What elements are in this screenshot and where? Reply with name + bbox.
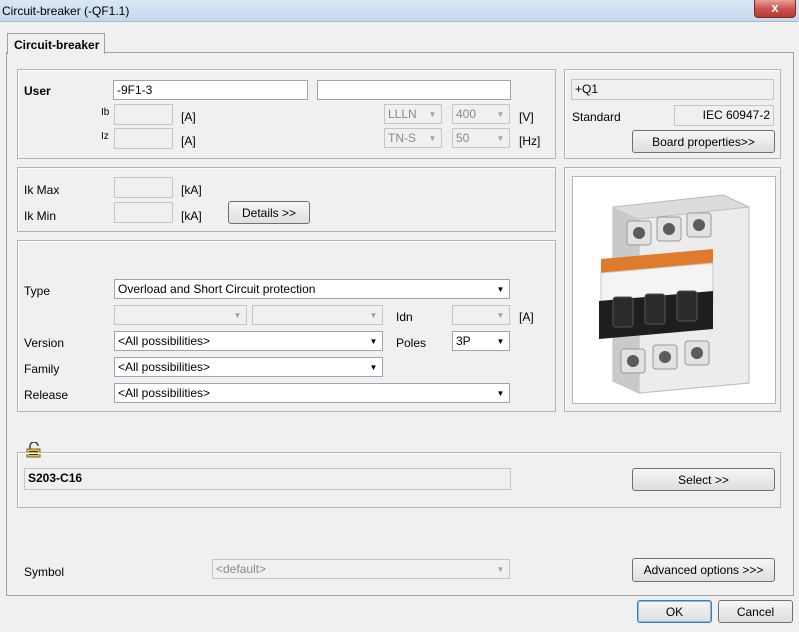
- chevron-down-icon: ▼: [369, 336, 378, 346]
- details-button[interactable]: Details >>: [228, 201, 310, 224]
- circuit-breaker-image: [599, 194, 750, 394]
- iz-input[interactable]: [114, 128, 173, 149]
- version-label: Version: [24, 336, 65, 350]
- frequency-select[interactable]: 50 ▼: [452, 128, 510, 148]
- residual-type-select[interactable]: ▼: [252, 305, 383, 325]
- ib-label: Ib: [101, 107, 110, 118]
- chevron-down-icon: ▼: [428, 133, 437, 143]
- chevron-down-icon: ▼: [496, 388, 505, 398]
- ik-max-input[interactable]: [114, 177, 173, 198]
- voltage-unit: [V]: [519, 110, 534, 124]
- earthing-value: TN-S: [388, 131, 416, 145]
- cancel-button[interactable]: Cancel: [718, 600, 793, 623]
- product-image: [572, 176, 776, 404]
- ik-min-label: Ik Min: [24, 209, 57, 223]
- user-label: User: [24, 84, 51, 98]
- ib-unit: [A]: [181, 110, 196, 124]
- idn-unit: [A]: [519, 310, 534, 324]
- ib-input[interactable]: [114, 104, 173, 125]
- board-input[interactable]: +Q1: [571, 79, 774, 100]
- chevron-down-icon: ▼: [496, 109, 505, 119]
- ok-button[interactable]: OK: [637, 600, 712, 623]
- distribution-select[interactable]: LLLN ▼: [384, 104, 442, 124]
- earthing-select[interactable]: TN-S ▼: [384, 128, 442, 148]
- symbol-value: <default>: [216, 562, 267, 576]
- ik-min-input[interactable]: [114, 202, 173, 223]
- chevron-down-icon: ▼: [496, 336, 505, 346]
- select-button[interactable]: Select >>: [632, 468, 775, 491]
- chevron-down-icon: ▼: [496, 133, 505, 143]
- product-code-field: S203-C16: [24, 468, 511, 490]
- voltage-value: 400: [456, 107, 477, 121]
- chevron-down-icon: ▼: [428, 109, 437, 119]
- chevron-down-icon: ▼: [496, 310, 505, 320]
- frequency-value: 50: [456, 131, 470, 145]
- close-icon: x: [771, 0, 779, 15]
- iz-unit: [A]: [181, 134, 196, 148]
- distribution-value: LLLN: [388, 107, 417, 121]
- idn-select[interactable]: ▼: [452, 305, 510, 325]
- version-value: <All possibilities>: [118, 334, 211, 348]
- ik-max-label: Ik Max: [24, 183, 60, 197]
- tab-label: Circuit-breaker: [14, 38, 100, 52]
- release-label: Release: [24, 388, 69, 402]
- chevron-down-icon: ▼: [369, 310, 378, 320]
- board-properties-button[interactable]: Board properties>>: [632, 130, 775, 153]
- chevron-down-icon: ▼: [496, 564, 505, 574]
- chevron-down-icon: ▼: [369, 362, 378, 372]
- close-button[interactable]: x: [754, 0, 796, 18]
- chevron-down-icon: ▼: [233, 310, 242, 320]
- type-select[interactable]: Overload and Short Circuit protection ▼: [114, 279, 510, 299]
- sensitivity-select[interactable]: ▼: [114, 305, 247, 325]
- advanced-options-button[interactable]: Advanced options >>>: [632, 558, 775, 582]
- chevron-down-icon: ▼: [496, 284, 505, 294]
- symbol-label: Symbol: [24, 565, 65, 579]
- type-label: Type: [24, 284, 51, 298]
- release-select[interactable]: <All possibilities> ▼: [114, 383, 510, 403]
- version-select[interactable]: <All possibilities> ▼: [114, 331, 383, 351]
- iz-label: Iz: [101, 131, 109, 142]
- poles-label: Poles: [396, 336, 427, 350]
- poles-value: 3P: [456, 334, 471, 348]
- standard-value: IEC 60947-2: [674, 105, 774, 126]
- poles-select[interactable]: 3P ▼: [452, 331, 510, 351]
- family-select[interactable]: <All possibilities> ▼: [114, 357, 383, 377]
- family-value: <All possibilities>: [118, 360, 211, 374]
- standard-label: Standard: [572, 110, 621, 124]
- tab-circuit-breaker[interactable]: Circuit-breaker: [7, 33, 105, 54]
- ik-min-unit: [kA]: [181, 209, 202, 223]
- frequency-unit: [Hz]: [519, 134, 541, 148]
- user-input[interactable]: -9F1-3: [113, 80, 308, 100]
- symbol-select[interactable]: <default> ▼: [212, 559, 510, 579]
- ik-max-unit: [kA]: [181, 183, 202, 197]
- title-bar: Circuit-breaker (-QF1.1): [0, 0, 799, 22]
- idn-label: Idn: [396, 310, 413, 324]
- window-title: Circuit-breaker (-QF1.1): [2, 4, 130, 18]
- type-value: Overload and Short Circuit protection: [118, 282, 316, 296]
- user-description-input[interactable]: [317, 80, 511, 100]
- voltage-select[interactable]: 400 ▼: [452, 104, 510, 124]
- release-value: <All possibilities>: [118, 386, 211, 400]
- family-label: Family: [24, 362, 60, 376]
